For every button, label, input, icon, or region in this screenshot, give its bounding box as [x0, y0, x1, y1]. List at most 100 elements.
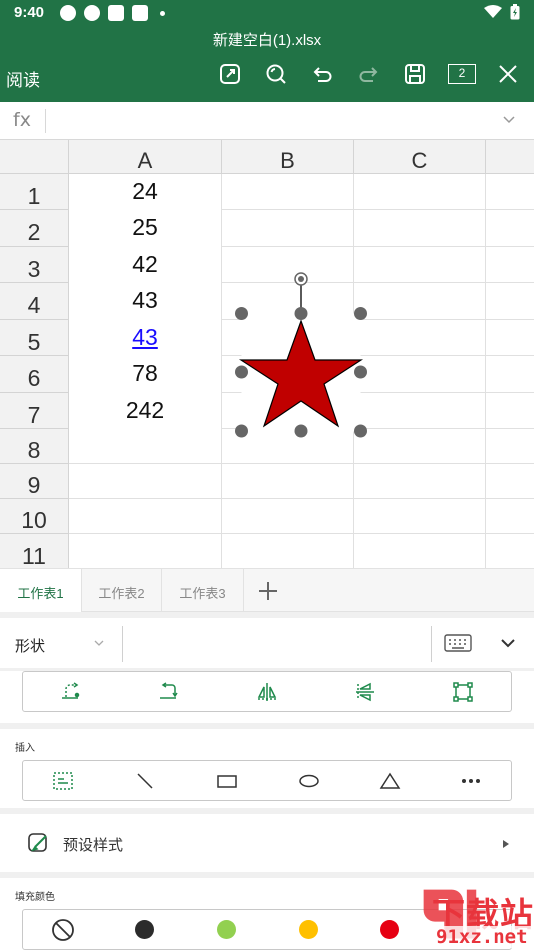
- sheet-tab-3[interactable]: 工作表3: [162, 569, 244, 613]
- close-icon: [499, 65, 517, 83]
- resize-handle-top-left[interactable]: [235, 307, 248, 320]
- resize-handle-left[interactable]: [235, 365, 248, 379]
- row-header-4[interactable]: 4: [0, 283, 69, 320]
- column-header-c[interactable]: C: [354, 140, 486, 174]
- resize-handle-top-right[interactable]: [354, 307, 367, 320]
- cell-d2[interactable]: [486, 210, 534, 247]
- add-sheet-button[interactable]: [244, 569, 292, 613]
- row-header-5[interactable]: 5: [0, 320, 69, 356]
- bring-forward-button[interactable]: [59, 680, 83, 704]
- cell-b11[interactable]: [222, 534, 354, 568]
- resize-handle-bottom[interactable]: [294, 424, 308, 438]
- read-mode-button[interactable]: 阅读: [6, 66, 40, 91]
- flip-horizontal-icon: [257, 683, 277, 701]
- resize-handle-bottom-left[interactable]: [235, 424, 248, 438]
- formula-bar-divider: [45, 109, 46, 133]
- row-header-10[interactable]: 10: [0, 499, 69, 534]
- resize-handle-right[interactable]: [354, 365, 367, 379]
- notification-app-icon: [84, 5, 100, 21]
- edit-mode-button[interactable]: [216, 60, 244, 88]
- select-all-corner[interactable]: [0, 140, 69, 174]
- cell-c2[interactable]: [354, 210, 486, 247]
- cell-b2[interactable]: [222, 210, 354, 247]
- cell-d10[interactable]: [486, 499, 534, 534]
- row-header-7[interactable]: 7: [0, 393, 69, 429]
- cell-d7[interactable]: [486, 393, 534, 429]
- cell-d6[interactable]: [486, 356, 534, 393]
- edit-points-button[interactable]: [451, 680, 475, 704]
- cell-a11[interactable]: [69, 534, 222, 568]
- status-bar: 9:40: [0, 0, 534, 26]
- column-header-b[interactable]: B: [222, 140, 354, 174]
- chevron-down-icon[interactable]: [502, 112, 516, 126]
- cell-d9[interactable]: [486, 464, 534, 499]
- row-header-11[interactable]: 11: [0, 534, 69, 568]
- fx-label: fx: [13, 109, 31, 131]
- selected-star-shape[interactable]: [228, 266, 374, 438]
- flip-vertical-button[interactable]: [353, 680, 377, 704]
- cell-c11[interactable]: [354, 534, 486, 568]
- header-divider: [431, 626, 432, 662]
- watermark-url-text: 91xz.net: [433, 926, 531, 948]
- cell-d5[interactable]: [486, 320, 534, 356]
- row-header-9[interactable]: 9: [0, 464, 69, 499]
- sheet-count-badge: 2: [448, 64, 476, 84]
- insert-triangle-button[interactable]: [378, 769, 402, 793]
- flip-horizontal-button[interactable]: [255, 680, 279, 704]
- resize-handle-bottom-right[interactable]: [354, 424, 367, 438]
- row-header-1[interactable]: 1: [0, 174, 69, 210]
- cell-c1[interactable]: [354, 174, 486, 210]
- more-shapes-button[interactable]: [459, 769, 483, 793]
- undo-icon: [313, 67, 332, 82]
- sheet-tab-2[interactable]: 工作表2: [82, 569, 162, 613]
- resize-handle-top[interactable]: [294, 307, 308, 320]
- insert-textbox-button[interactable]: [51, 769, 75, 793]
- spreadsheet-grid[interactable]: A B C 1 2 3 4 5 6 7 8 9 10 11 24 25 42 4…: [0, 140, 534, 568]
- cell-b10[interactable]: [222, 499, 354, 534]
- cell-a9[interactable]: [69, 464, 222, 499]
- cell-d3[interactable]: [486, 247, 534, 283]
- close-button[interactable]: [494, 60, 522, 88]
- chevron-down-icon[interactable]: [94, 638, 104, 648]
- row-header-2[interactable]: 2: [0, 210, 69, 247]
- cell-d1[interactable]: [486, 174, 534, 210]
- column-header-a[interactable]: A: [69, 140, 222, 174]
- insert-ellipse-button[interactable]: [297, 769, 321, 793]
- color-swatch-orange[interactable]: [299, 920, 318, 939]
- row-header-3[interactable]: 3: [0, 247, 69, 283]
- column-header-d[interactable]: [486, 140, 534, 174]
- color-swatch-black[interactable]: [135, 920, 154, 939]
- cell-d4[interactable]: [486, 283, 534, 320]
- no-fill-button[interactable]: [51, 918, 75, 942]
- preset-style-row[interactable]: 预设样式: [0, 814, 534, 872]
- rotate-handle-center: [298, 276, 304, 282]
- formula-input[interactable]: [52, 106, 482, 136]
- save-button[interactable]: [401, 60, 429, 88]
- insert-line-button[interactable]: [133, 769, 157, 793]
- cell-a10[interactable]: [69, 499, 222, 534]
- cell-b1[interactable]: [222, 174, 354, 210]
- search-button[interactable]: [262, 60, 290, 88]
- redo-button[interactable]: [355, 60, 383, 88]
- sheet-tab-bar: 工作表1 工作表2 工作表3: [0, 568, 534, 613]
- send-backward-button[interactable]: [157, 680, 181, 704]
- cell-a7-value: 242: [125, 397, 165, 423]
- insert-rectangle-button[interactable]: [215, 769, 239, 793]
- cell-c10[interactable]: [354, 499, 486, 534]
- row-header-8[interactable]: 8: [0, 429, 69, 464]
- cell-c9[interactable]: [354, 464, 486, 499]
- sheet-switch-button[interactable]: 2: [447, 60, 477, 88]
- collapse-panel-icon[interactable]: [500, 637, 516, 649]
- cell-d8[interactable]: [486, 429, 534, 464]
- tool-category-label[interactable]: 形状: [15, 635, 45, 656]
- cell-a8[interactable]: [69, 429, 222, 464]
- edit-points-icon: [453, 682, 473, 702]
- color-swatch-green[interactable]: [217, 920, 236, 939]
- cell-a5-hyperlink[interactable]: 43: [69, 324, 221, 351]
- keyboard-icon[interactable]: [444, 634, 472, 652]
- undo-button[interactable]: [308, 60, 336, 88]
- row-header-6[interactable]: 6: [0, 356, 69, 393]
- cell-d11[interactable]: [486, 534, 534, 568]
- sheet-tab-1[interactable]: 工作表1: [0, 569, 82, 613]
- cell-b9[interactable]: [222, 464, 354, 499]
